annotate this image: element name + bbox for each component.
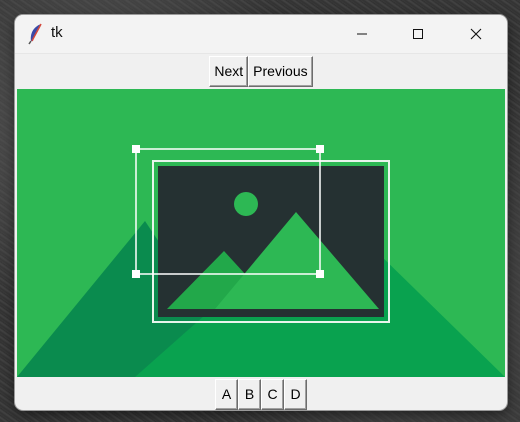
resize-handle-top-left[interactable]	[132, 145, 140, 153]
feather-icon	[27, 23, 45, 45]
maximize-icon	[412, 25, 424, 44]
image-canvas[interactable]	[17, 89, 505, 377]
button-d[interactable]: D	[284, 378, 307, 410]
window-title: tk	[51, 24, 63, 41]
button-b[interactable]: B	[238, 378, 261, 410]
previous-button[interactable]: Previous	[248, 55, 313, 87]
resize-handle-top-right[interactable]	[316, 145, 324, 153]
placeholder-image-icon	[152, 160, 390, 323]
letter-toolbar: A B C D	[15, 378, 507, 410]
next-button[interactable]: Next	[209, 55, 249, 87]
minimize-icon	[356, 25, 368, 44]
resize-handle-bottom-left[interactable]	[132, 270, 140, 278]
resize-handle-bottom-right[interactable]	[316, 270, 324, 278]
title-bar[interactable]: tk	[15, 15, 507, 54]
maximize-button[interactable]	[395, 15, 441, 53]
navigation-toolbar: Next Previous	[15, 54, 507, 88]
canvas-drawing	[17, 145, 505, 377]
app-window: tk Next Previous A B C D	[15, 15, 507, 410]
minimize-button[interactable]	[339, 15, 385, 53]
close-icon	[470, 25, 482, 44]
button-c[interactable]: C	[261, 378, 284, 410]
button-a[interactable]: A	[215, 378, 238, 410]
close-button[interactable]	[453, 15, 499, 53]
